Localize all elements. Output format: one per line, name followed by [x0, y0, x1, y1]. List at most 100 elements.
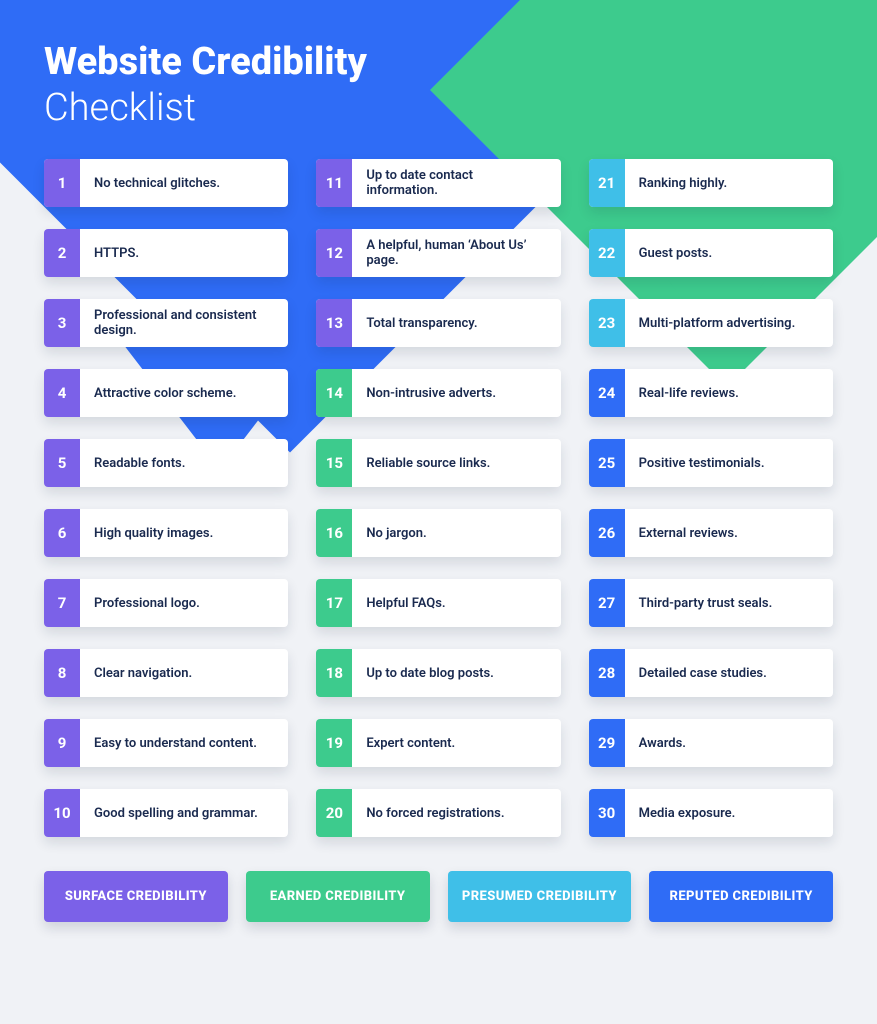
item-number: 24 [589, 369, 625, 417]
checklist-item: 19Expert content. [316, 719, 560, 767]
item-label: Awards. [625, 719, 833, 767]
item-number: 12 [316, 229, 352, 277]
item-number: 10 [44, 789, 80, 837]
item-number: 25 [589, 439, 625, 487]
checklist-item: 11Up to date contact information. [316, 159, 560, 207]
checklist-item: 14Non-intrusive adverts. [316, 369, 560, 417]
item-label: No forced registrations. [352, 789, 560, 837]
legend-item: SURFACE CREDIBILITY [44, 871, 228, 922]
item-number: 22 [589, 229, 625, 277]
item-label: Professional and consistent design. [80, 299, 288, 347]
item-label: Guest posts. [625, 229, 833, 277]
checklist-item: 30Media exposure. [589, 789, 833, 837]
legend-item: EARNED CREDIBILITY [246, 871, 430, 922]
item-label: High quality images. [80, 509, 288, 557]
item-number: 17 [316, 579, 352, 627]
item-label: Helpful FAQs. [352, 579, 560, 627]
item-label: Reliable source links. [352, 439, 560, 487]
checklist-item: 18Up to date blog posts. [316, 649, 560, 697]
item-number: 26 [589, 509, 625, 557]
checklist-item: 6High quality images. [44, 509, 288, 557]
item-label: No jargon. [352, 509, 560, 557]
item-label: Detailed case studies. [625, 649, 833, 697]
checklist-item: 9Easy to understand content. [44, 719, 288, 767]
item-label: A helpful, human ‘About Us’ page. [352, 229, 560, 277]
checklist-item: 23Multi-platform advertising. [589, 299, 833, 347]
item-label: Up to date contact information. [352, 159, 560, 207]
item-label: Readable fonts. [80, 439, 288, 487]
checklist-item: 29Awards. [589, 719, 833, 767]
item-label: Ranking highly. [625, 159, 833, 207]
item-label: Total transparency. [352, 299, 560, 347]
page: Website Credibility Checklist 1No techni… [0, 0, 877, 952]
item-label: Easy to understand content. [80, 719, 288, 767]
legend-item: REPUTED CREDIBILITY [649, 871, 833, 922]
checklist-item: 15Reliable source links. [316, 439, 560, 487]
item-number: 23 [589, 299, 625, 347]
checklist-column: 1No technical glitches.2HTTPS.3Professio… [44, 159, 288, 837]
item-label: Professional logo. [80, 579, 288, 627]
item-label: Good spelling and grammar. [80, 789, 288, 837]
title-bold: Website Credibility [44, 40, 367, 84]
item-number: 3 [44, 299, 80, 347]
item-label: Clear navigation. [80, 649, 288, 697]
checklist-item: 25Positive testimonials. [589, 439, 833, 487]
item-label: Attractive color scheme. [80, 369, 288, 417]
item-number: 8 [44, 649, 80, 697]
legend: SURFACE CREDIBILITY EARNED CREDIBILITY PRE… [44, 871, 833, 922]
item-label: No technical glitches. [80, 159, 288, 207]
item-label: Expert content. [352, 719, 560, 767]
item-number: 18 [316, 649, 352, 697]
item-number: 16 [316, 509, 352, 557]
item-number: 20 [316, 789, 352, 837]
checklist-item: 26External reviews. [589, 509, 833, 557]
item-label: Multi-platform advertising. [625, 299, 833, 347]
checklist-item: 2HTTPS. [44, 229, 288, 277]
checklist-item: 28Detailed case studies. [589, 649, 833, 697]
checklist-item: 27Third-party trust seals. [589, 579, 833, 627]
item-number: 7 [44, 579, 80, 627]
checklist-item: 16No jargon. [316, 509, 560, 557]
item-label: Real-life reviews. [625, 369, 833, 417]
legend-item: PRESUMED CREDIBILITY [448, 871, 632, 922]
item-label: External reviews. [625, 509, 833, 557]
item-label: Non-intrusive adverts. [352, 369, 560, 417]
checklist-item: 13Total transparency. [316, 299, 560, 347]
checklist-item: 10Good spelling and grammar. [44, 789, 288, 837]
checklist-item: 5Readable fonts. [44, 439, 288, 487]
item-label: Up to date blog posts. [352, 649, 560, 697]
item-number: 28 [589, 649, 625, 697]
item-number: 15 [316, 439, 352, 487]
item-label: Media exposure. [625, 789, 833, 837]
item-number: 30 [589, 789, 625, 837]
checklist-column: 21Ranking highly.22Guest posts.23Multi-p… [589, 159, 833, 837]
checklist-item: 12A helpful, human ‘About Us’ page. [316, 229, 560, 277]
checklist-item: 24Real-life reviews. [589, 369, 833, 417]
item-number: 27 [589, 579, 625, 627]
item-number: 14 [316, 369, 352, 417]
checklist-grid: 1No technical glitches.2HTTPS.3Professio… [44, 159, 833, 837]
checklist-item: 8Clear navigation. [44, 649, 288, 697]
item-number: 9 [44, 719, 80, 767]
item-number: 5 [44, 439, 80, 487]
checklist-column: 11Up to date contact information.12A hel… [316, 159, 560, 837]
item-number: 4 [44, 369, 80, 417]
item-number: 21 [589, 159, 625, 207]
item-number: 6 [44, 509, 80, 557]
checklist-item: 20No forced registrations. [316, 789, 560, 837]
item-number: 11 [316, 159, 352, 207]
checklist-item: 22Guest posts. [589, 229, 833, 277]
checklist-item: 1No technical glitches. [44, 159, 288, 207]
item-label: Third-party trust seals. [625, 579, 833, 627]
item-number: 29 [589, 719, 625, 767]
item-number: 1 [44, 159, 80, 207]
title-light: Checklist [44, 86, 196, 130]
page-title: Website Credibility Checklist [44, 40, 833, 131]
checklist-item: 7Professional logo. [44, 579, 288, 627]
checklist-item: 3Professional and consistent design. [44, 299, 288, 347]
item-number: 13 [316, 299, 352, 347]
checklist-item: 4Attractive color scheme. [44, 369, 288, 417]
item-label: HTTPS. [80, 229, 288, 277]
checklist-item: 17Helpful FAQs. [316, 579, 560, 627]
item-number: 19 [316, 719, 352, 767]
